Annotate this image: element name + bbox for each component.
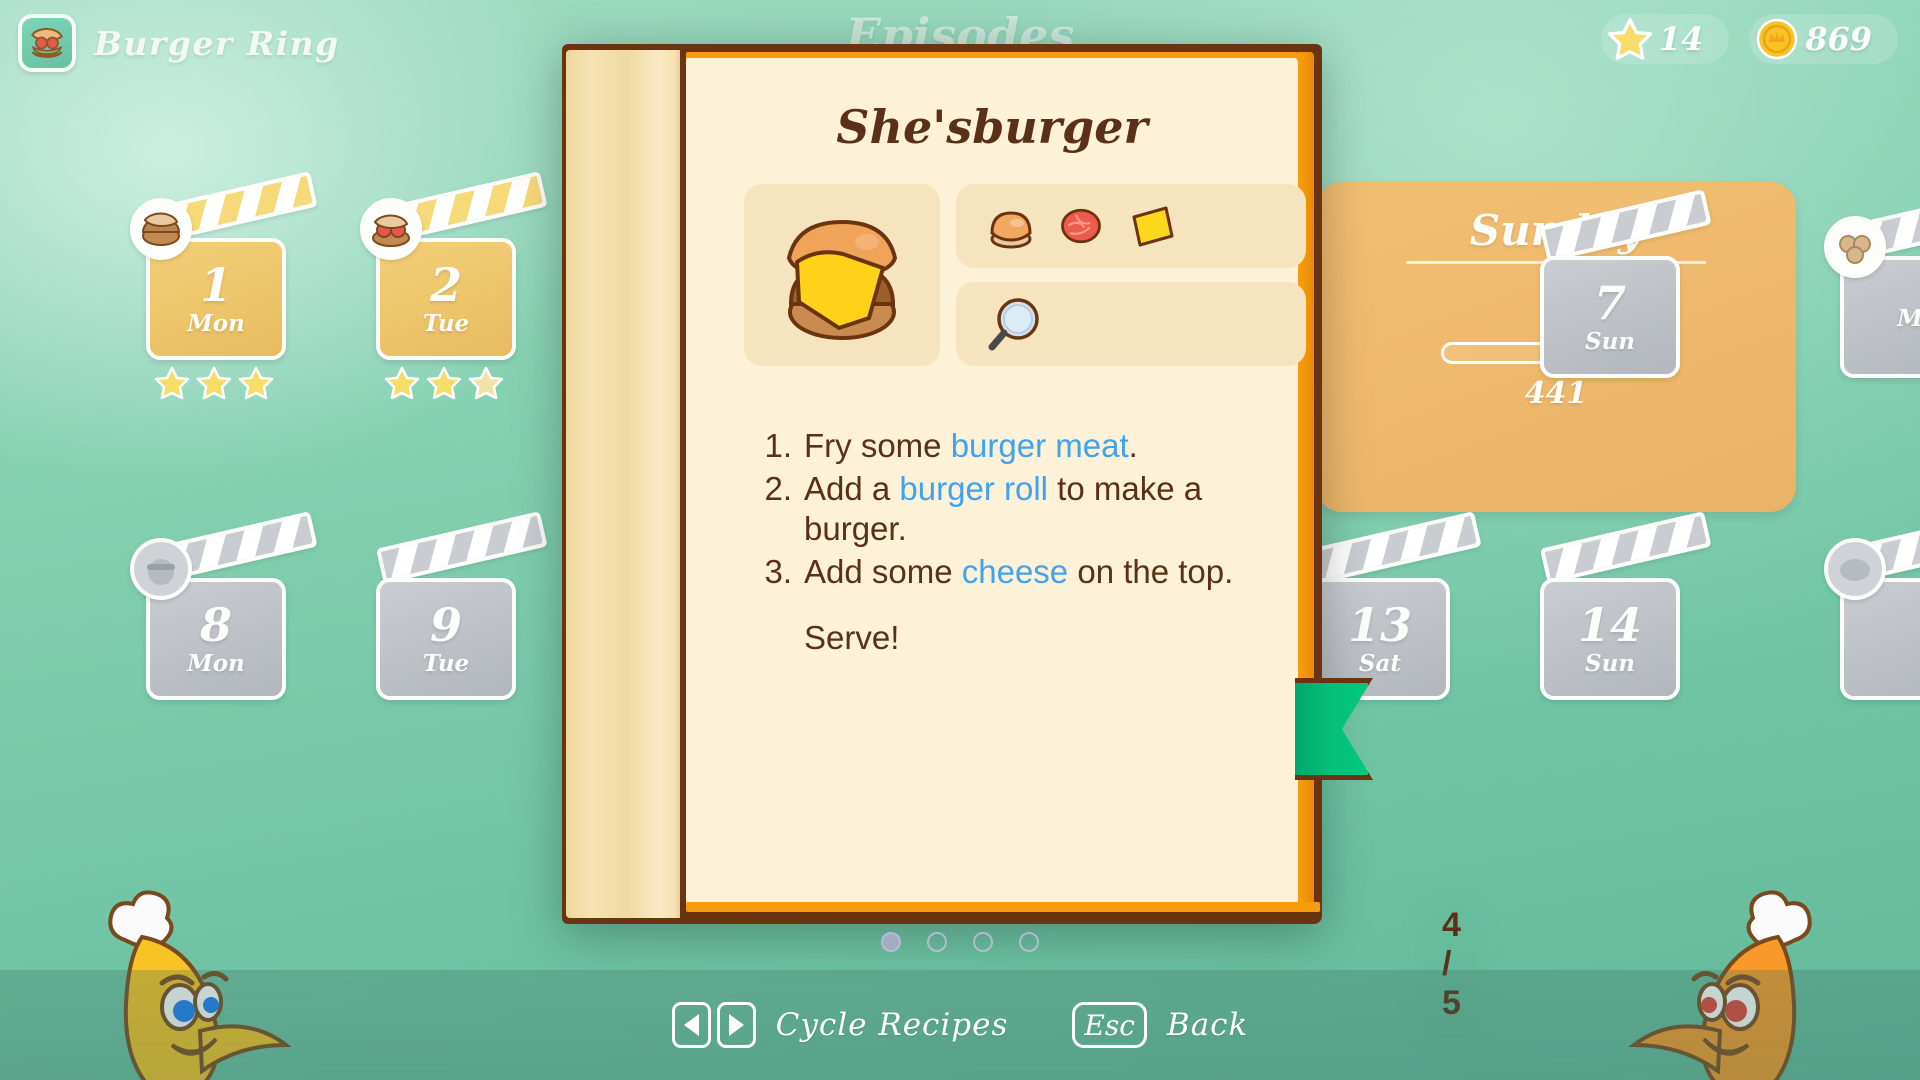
back-hint: Esc Back (1072, 1002, 1248, 1048)
serve-text: Serve! (804, 619, 900, 657)
day-card-body: 7 Sun (1540, 256, 1680, 378)
day-number: 7 (1593, 275, 1626, 330)
star-icon (384, 366, 420, 400)
ingredient-link[interactable]: cheese (962, 553, 1068, 590)
star-icon (426, 366, 462, 400)
step-number: 3. (764, 552, 792, 590)
bottom-control-bar: Cycle Recipes Esc Back (0, 970, 1920, 1080)
bun-icon (1824, 538, 1886, 600)
star-count: 14 (1658, 20, 1704, 58)
esc-key[interactable]: Esc (1072, 1002, 1147, 1048)
step-text: Fry some burger meat. (804, 427, 1138, 464)
back-label: Back (1166, 1007, 1249, 1043)
game-logo[interactable]: Burger Ring (18, 14, 340, 72)
day-card-body: 14 Sun (1540, 578, 1680, 700)
day-number: 13 (1347, 597, 1412, 652)
dish-preview-panel (744, 184, 940, 366)
step-number: 2. (764, 469, 792, 507)
page-dots (0, 932, 1920, 952)
ingredients-panel (956, 184, 1306, 268)
day-name: Mon (187, 309, 245, 337)
star-icon (1607, 18, 1652, 60)
burger-meat-icon (1061, 208, 1101, 244)
clapperboard-top-icon (1539, 511, 1712, 584)
arrow-right-icon (728, 1014, 744, 1036)
page-dot[interactable] (973, 932, 993, 952)
esc-key-label: Esc (1084, 1008, 1135, 1042)
recipe-step: 2. Add a burger roll to make a burger. (758, 469, 1238, 550)
progress-value: 441 (1524, 376, 1588, 411)
day-number: 2 (429, 257, 462, 312)
day-stars (154, 366, 274, 400)
star-icon (154, 366, 190, 400)
day-number: 8 (199, 597, 232, 652)
bun-icon (1824, 216, 1886, 278)
meat-patty-icon (130, 198, 192, 260)
star-icon (196, 366, 232, 400)
step-text: Add a burger roll to make a burger. (804, 469, 1203, 548)
recipe-panels (744, 184, 1306, 366)
recipe-step: 1. Fry some burger meat. (758, 426, 1238, 467)
recipe-steps: 1. Fry some burger meat. 2. Add a burger… (758, 426, 1238, 659)
day-name: Sun (1584, 327, 1636, 355)
day-name: Sat (1358, 649, 1402, 677)
coin-count: 869 (1805, 20, 1872, 58)
page-dot[interactable] (927, 932, 947, 952)
day-stars (384, 366, 504, 400)
step-number: 1. (764, 427, 792, 464)
star-counter[interactable]: 14 (1600, 14, 1730, 64)
page-dot[interactable] (881, 932, 901, 952)
day-number: 1 (199, 257, 232, 312)
day-name: Mon (187, 649, 245, 677)
day-name: M (1897, 305, 1920, 332)
chef-icon (130, 538, 192, 600)
burger-roll-icon (990, 211, 1032, 249)
arrow-left-icon (683, 1014, 699, 1036)
coin-counter[interactable]: 869 (1749, 14, 1898, 64)
day-card-body: 9 Tue (376, 578, 516, 700)
burger-icon (18, 14, 76, 72)
tools-panel (956, 282, 1306, 366)
day-name: Tue (422, 309, 470, 337)
currency-counters: 14 869 (1600, 14, 1898, 64)
cycle-prev-button[interactable] (671, 1002, 711, 1048)
day-number: 9 (429, 597, 462, 652)
game-title: Burger Ring (94, 23, 340, 63)
page-edge-bottom (686, 902, 1320, 912)
star-icon (238, 366, 274, 400)
page-dot[interactable] (1019, 932, 1039, 952)
cheeseburger-icon (786, 219, 898, 340)
clapperboard-top-icon (375, 511, 548, 584)
day-name: Tue (422, 649, 470, 677)
tomato-burger-icon (360, 198, 422, 260)
ingredient-link[interactable]: burger roll (899, 470, 1048, 507)
recipe-book-modal: She'sburger 1. Fry some burger meat. 2. … (562, 44, 1461, 1022)
cheese-slice-icon (1132, 206, 1174, 247)
page-edge-right (1298, 52, 1314, 912)
recipe-step: 3. Add some cheese on the top. (758, 552, 1238, 593)
book-left-page (566, 50, 685, 918)
step-text: Add some cheese on the top. (804, 552, 1234, 590)
star-icon (468, 366, 504, 400)
day-number: 14 (1577, 597, 1642, 652)
day-name: Sun (1584, 649, 1636, 677)
ingredient-link[interactable]: burger meat (951, 427, 1129, 464)
frying-pan-icon (988, 298, 1039, 351)
coin-icon (1756, 18, 1798, 60)
cycle-next-button[interactable] (716, 1002, 756, 1048)
cycle-recipes-hint: Cycle Recipes (671, 1002, 1009, 1048)
cycle-recipes-label: Cycle Recipes (775, 1007, 1009, 1043)
game-screen: Episodes 1 Mon 2 Tue 441 7 Sun 8 Mon 9 T… (0, 0, 1920, 1080)
recipe-title: She'sburger (836, 100, 1148, 154)
clapperboard-top-icon (1309, 511, 1482, 584)
